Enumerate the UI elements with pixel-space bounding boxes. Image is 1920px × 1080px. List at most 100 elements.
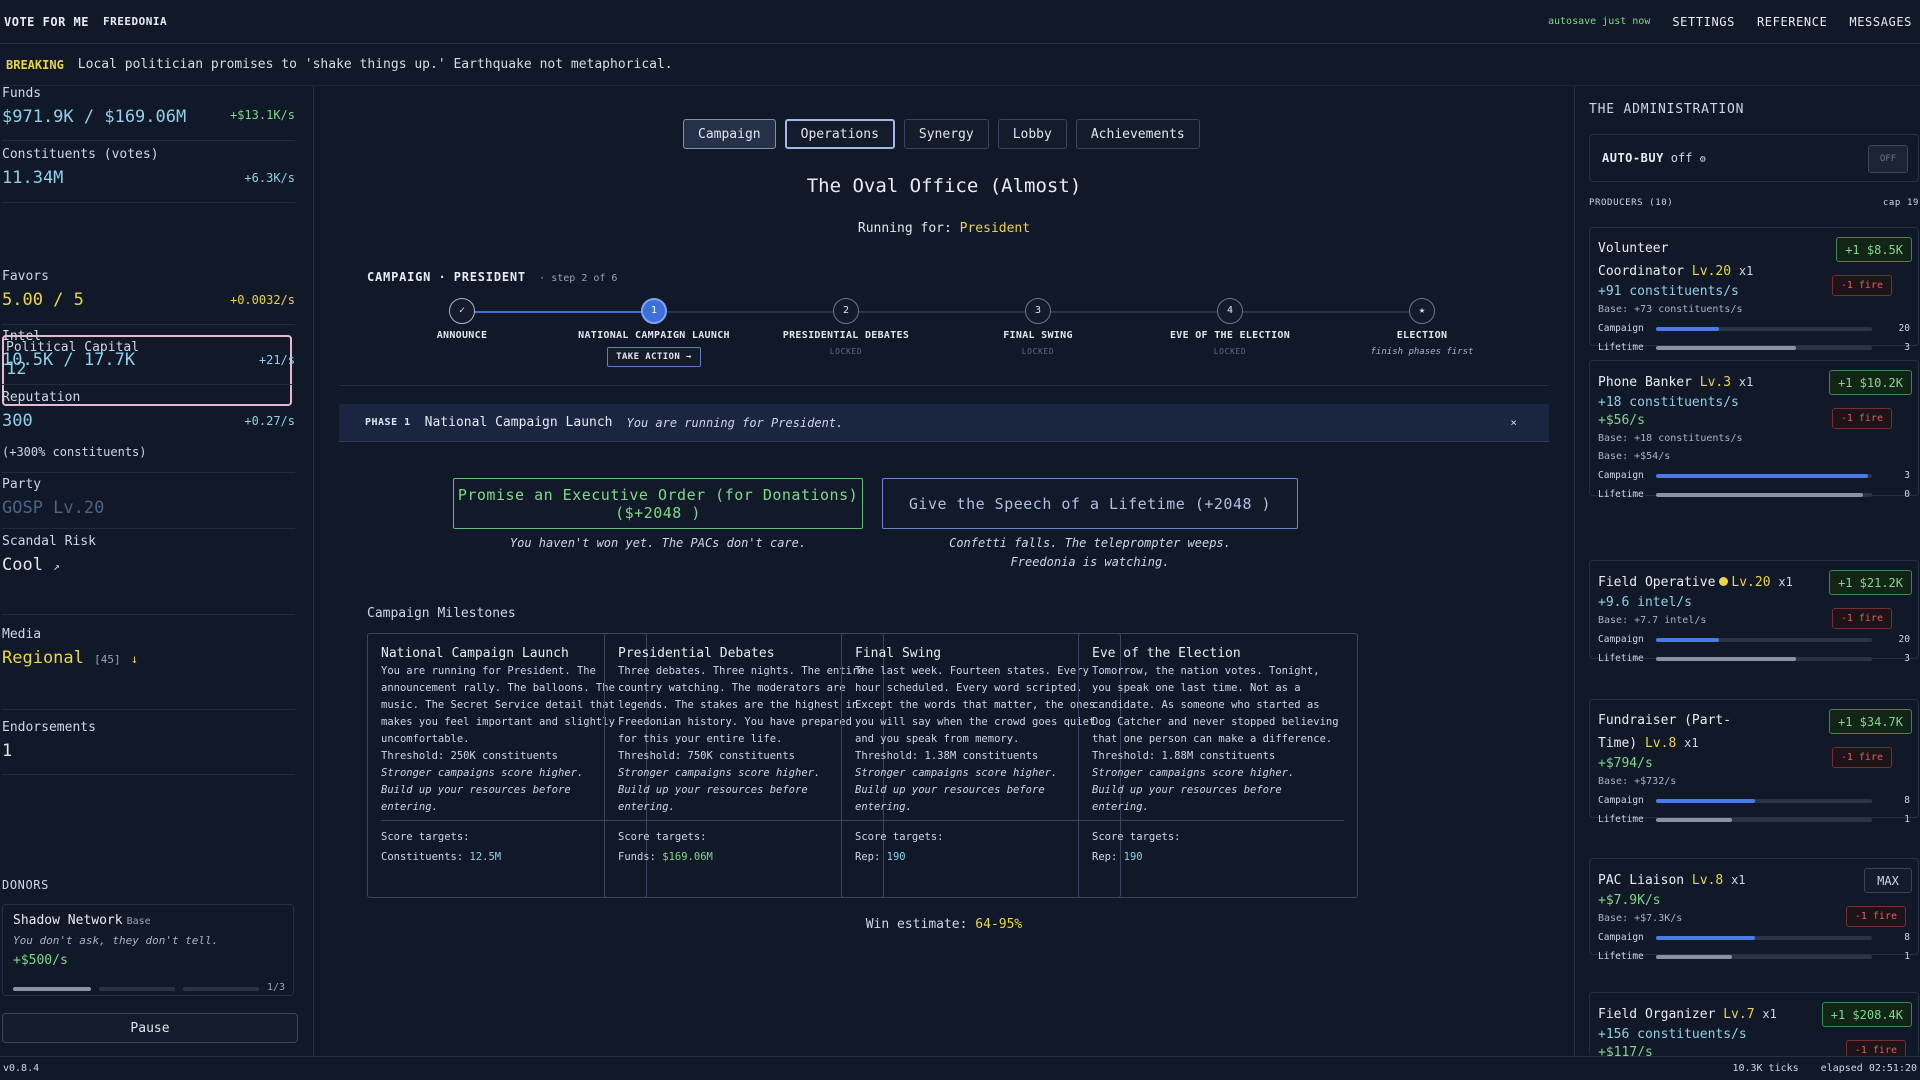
bar-fill	[1656, 345, 1797, 350]
breaking-tag: BREAKING	[6, 57, 64, 72]
producer-level: Lv.7	[1723, 1007, 1755, 1022]
tick-counter: 10.3K ticks	[1732, 1063, 1799, 1074]
producer-multiplier: x1	[1778, 575, 1793, 589]
stat-funds: Funds $971.9K / $169.06M +$13.1K/s	[2, 86, 295, 141]
bar-label: Campaign	[1598, 932, 1644, 943]
pause-button[interactable]: Pause	[2, 1013, 298, 1043]
step-counter: · step 2 of 6	[539, 273, 618, 284]
step-label: ELECTION	[1396, 330, 1448, 341]
stat-rate: +21/s	[258, 353, 295, 367]
hire-button[interactable]: +1 $208.4K	[1821, 1002, 1912, 1027]
phase-description: You are running for President.	[626, 415, 844, 430]
bar-fill	[1656, 473, 1868, 478]
divider	[381, 820, 633, 821]
producer-multiplier: x1	[1738, 375, 1754, 389]
step-label: NATIONAL CAMPAIGN LAUNCH	[578, 330, 730, 341]
tab-achievements[interactable]: Achievements	[1075, 119, 1200, 149]
flavor-line: Freedonia is watching.	[1010, 555, 1170, 569]
donor-card[interactable]: Shadow Network Base You don't ask, they d…	[2, 904, 294, 996]
auto-buy-state: off ⚙	[1671, 151, 1706, 165]
tab-synergy[interactable]: Synergy	[903, 119, 989, 149]
administration-panel: THE ADMINISTRATION AUTO-BUY off ⚙ OFF PR…	[1574, 86, 1920, 1056]
bar-count: 8	[1904, 795, 1910, 806]
score-targets-label: Score targets:	[381, 831, 470, 843]
milestone-hint: Build up your resources before entering.	[1092, 784, 1282, 813]
milestones-title: Campaign Milestones	[367, 606, 516, 621]
producer-multiplier: x1	[1731, 873, 1746, 887]
stat-label: Funds	[2, 86, 42, 101]
step-label: EVE OF THE ELECTION	[1169, 330, 1291, 341]
fire-button[interactable]: -1 fire	[1831, 608, 1892, 629]
step-number: 4	[1217, 298, 1243, 324]
speech-button[interactable]: Give the Speech of a Lifetime (+2048 )	[882, 478, 1298, 529]
score-target: Rep: 190	[855, 849, 1107, 866]
donor-progress-segment	[99, 987, 175, 991]
hire-button[interactable]: +1 $34.7K	[1828, 709, 1912, 734]
producer-base: Base: +73 constituents/s	[1598, 304, 1743, 315]
auto-buy-toggle[interactable]: OFF	[1868, 145, 1908, 173]
score-target: Constituents: 12.5M	[381, 849, 633, 866]
auto-buy-label: AUTO-BUY	[1602, 151, 1664, 165]
tab-campaign[interactable]: Campaign	[683, 119, 776, 149]
top-nav: autosave just now SETTINGS REFERENCE MES…	[1548, 15, 1916, 29]
donors-title: DONORS	[2, 878, 49, 892]
win-estimate: Win estimate: 64-95%	[315, 917, 1573, 932]
fire-button[interactable]: -1 fire	[1831, 408, 1892, 429]
step-status: finish phases first	[1370, 347, 1474, 357]
hire-button[interactable]: +1 $10.2K	[1828, 370, 1912, 395]
stat-label: Media	[2, 627, 42, 642]
score-targets-label: Score targets:	[1092, 831, 1181, 843]
bar-label: Lifetime	[1598, 814, 1644, 825]
producer-name: Field Operative Lv.20 x1	[1598, 571, 1808, 594]
step-presidential-debates: 2 PRESIDENTIAL DEBATES LOCKED	[756, 298, 936, 356]
close-icon[interactable]: ×	[1510, 416, 1517, 429]
tab-operations[interactable]: Operations	[784, 119, 895, 149]
stat-media: Media Regional [45] ↓	[2, 627, 295, 710]
status-bar: v0.8.4 10.3K ticks elapsed 02:51:20	[0, 1056, 1920, 1080]
messages-link[interactable]: MESSAGES	[1849, 15, 1912, 29]
bar-label: Campaign	[1598, 470, 1644, 481]
step-eve-of-election: 4 EVE OF THE ELECTION LOCKED	[1140, 298, 1320, 356]
divider	[1092, 820, 1344, 821]
running-for: Running for: President	[315, 221, 1573, 236]
stat-rate: +6.3K/s	[244, 171, 295, 185]
producer-multiplier: x1	[1738, 264, 1754, 278]
gear-icon[interactable]: ⚙	[1700, 154, 1706, 165]
bar-label: Campaign	[1598, 634, 1644, 645]
target-value: 190	[1123, 851, 1143, 863]
producers-count: PRODUCERS (10)	[1589, 198, 1674, 208]
donor-rate: +$500/s	[13, 953, 68, 968]
fire-button[interactable]: -1 fire	[1845, 1040, 1906, 1056]
executive-order-button[interactable]: Promise an Executive Order (for Donation…	[453, 478, 863, 529]
target-label: Rep:	[855, 851, 881, 863]
fire-button[interactable]: -1 fire	[1831, 747, 1892, 768]
reference-link[interactable]: REFERENCE	[1757, 15, 1827, 29]
stat-value: Regional [45] ↓	[2, 648, 295, 668]
bar-fill	[1656, 935, 1756, 940]
producers-header: PRODUCERS (10) cap 19	[1589, 198, 1919, 208]
step-announce: ✓ ANNOUNCE	[372, 298, 552, 341]
hire-button[interactable]: +1 $21.2K	[1828, 570, 1912, 595]
bar-label: Campaign	[1598, 323, 1644, 334]
stat-label: Scandal Risk	[2, 534, 96, 549]
milestone-hint: Stronger campaigns score higher.	[381, 767, 584, 779]
lifetime-bar: Lifetime 3	[1598, 338, 1910, 357]
score-target: Funds: $169.06M	[618, 849, 870, 866]
fire-button[interactable]: -1 fire	[1845, 906, 1906, 927]
media-value: Regional	[2, 648, 84, 668]
fire-button[interactable]: -1 fire	[1831, 275, 1892, 296]
breaking-text: Local politician promises to 'shake thin…	[77, 57, 673, 72]
hire-button[interactable]: +1 $8.5K	[1836, 237, 1912, 262]
target-label: Rep:	[1092, 851, 1118, 863]
producer-name-text: Field Organizer	[1598, 1007, 1716, 1022]
donor-progress-segment	[13, 987, 91, 991]
bar-count: 8	[1904, 932, 1910, 943]
target-value: 190	[886, 851, 906, 863]
take-action-button[interactable]: TAKE ACTION →	[607, 347, 701, 367]
stat-label: Party	[2, 477, 42, 492]
tab-lobby[interactable]: Lobby	[997, 119, 1067, 149]
producer-multiplier: x1	[1684, 736, 1699, 750]
main-panel: Campaign Operations Synergy Lobby Achiev…	[315, 86, 1573, 1056]
settings-link[interactable]: SETTINGS	[1672, 15, 1735, 29]
max-button[interactable]: MAX	[1864, 868, 1912, 893]
